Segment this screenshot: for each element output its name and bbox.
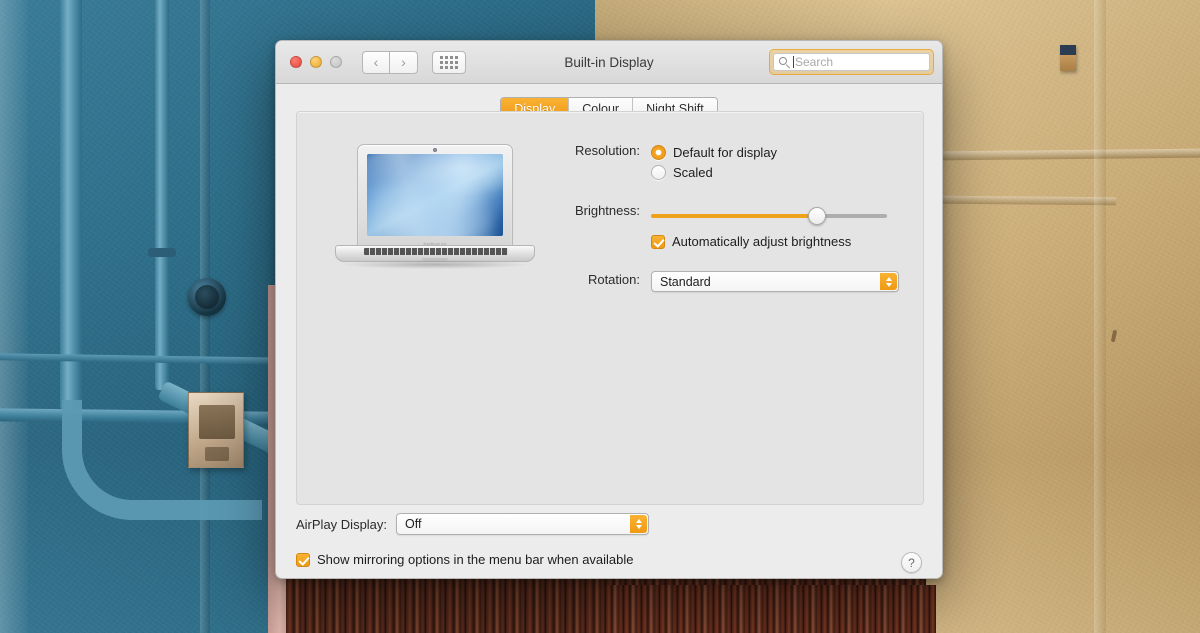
window-titlebar[interactable]: ‹ › Built-in Display Search [276, 41, 942, 84]
airplay-stepper-icon[interactable] [630, 515, 648, 533]
laptop-screen-preview [367, 154, 503, 236]
window-footer: AirPlay Display: Off Show mirroring opti… [276, 513, 942, 573]
rotation-value: Standard [660, 274, 711, 289]
rotation-row: Rotation: Standard [565, 271, 905, 292]
wall-outlet-knob [188, 278, 226, 316]
zoom-button-icon [330, 56, 342, 68]
laptop-shadow [339, 260, 531, 269]
auto-brightness-checkbox[interactable] [651, 234, 665, 249]
traffic-light-group [290, 56, 342, 68]
display-preferences-window[interactable]: ‹ › Built-in Display Search Display Colo… [275, 40, 943, 579]
ochre-wall-seam [1094, 0, 1106, 633]
blue-wall-seam [200, 0, 210, 633]
wooden-shutter-band-inner [606, 585, 936, 633]
laptop-lid: MacBook Air [357, 144, 513, 248]
show-all-button[interactable] [432, 50, 466, 74]
chevron-up-icon [885, 276, 892, 281]
airplay-popup-button[interactable]: Off [396, 513, 650, 535]
desktop-background: ‹ › Built-in Display Search Display Colo… [0, 0, 1200, 633]
grid-icon [440, 55, 458, 69]
close-button-icon[interactable] [290, 56, 302, 68]
display-settings-panel: MacBook Air Resolution: Default for disp… [296, 111, 924, 505]
airplay-row: AirPlay Display: Off [296, 513, 922, 535]
brightness-row: Brightness: Automatically adjust brightn… [565, 202, 905, 249]
auto-brightness-row[interactable]: Automatically adjust brightness [651, 234, 887, 249]
resolution-options: Default for display Scaled [651, 142, 777, 182]
chevron-left-icon: ‹ [373, 54, 379, 70]
resolution-label: Resolution: [574, 143, 640, 158]
resolution-default-label: Default for display [673, 144, 778, 160]
popup-stepper-icon[interactable] [880, 273, 897, 290]
macbook-illustration: MacBook Air [335, 144, 535, 269]
search-placeholder: Search [795, 55, 834, 69]
resolution-scaled-label: Scaled [673, 164, 713, 180]
brightness-label: Brightness: [574, 203, 640, 218]
forward-button[interactable]: › [390, 50, 418, 74]
chevron-down-icon [635, 525, 642, 529]
wall-meter-box [188, 392, 244, 468]
pipe-vertical-thin [155, 0, 169, 390]
airplay-value: Off [405, 517, 422, 531]
resolution-option-scaled[interactable]: Scaled [651, 162, 777, 182]
auto-brightness-label: Automatically adjust brightness [672, 234, 852, 249]
rotation-control: Standard [651, 271, 899, 292]
search-input[interactable]: Search [773, 53, 930, 71]
brightness-slider[interactable] [651, 207, 887, 225]
chevron-down-icon [885, 282, 892, 287]
radio-default-icon[interactable] [651, 144, 666, 160]
resolution-row: Resolution: Default for display Scaled [565, 142, 905, 182]
back-button[interactable]: ‹ [362, 50, 390, 74]
navigation-button-group: ‹ › [362, 50, 418, 74]
mirroring-label: Show mirroring options in the menu bar w… [317, 552, 634, 567]
rotation-label: Rotation: [587, 272, 640, 287]
rotation-popup-button[interactable]: Standard [651, 271, 899, 292]
chevron-up-icon [635, 519, 642, 523]
resolution-option-default[interactable]: Default for display [651, 142, 777, 162]
mirroring-row[interactable]: Show mirroring options in the menu bar w… [296, 552, 922, 567]
search-icon [779, 56, 790, 68]
search-field-focus-ring: Search [770, 50, 933, 74]
ochre-wall-fixture [1060, 45, 1076, 71]
help-button[interactable]: ? [901, 552, 922, 573]
chevron-right-icon: › [401, 54, 406, 70]
blue-wall-left-column [0, 0, 28, 633]
display-controls: Resolution: Default for display Scaled B… [565, 142, 905, 292]
laptop-keyboard [364, 248, 508, 255]
pipe-clamp [148, 248, 176, 257]
slider-track-fill [651, 214, 817, 218]
brightness-controls: Automatically adjust brightness [651, 202, 887, 249]
mirroring-checkbox[interactable] [296, 552, 310, 567]
text-caret [793, 56, 794, 68]
slider-knob[interactable] [807, 207, 826, 225]
radio-scaled-icon[interactable] [651, 164, 666, 180]
airplay-label: AirPlay Display: [296, 516, 388, 532]
facetime-camera-icon [433, 148, 437, 152]
pipe-vertical-left [60, 0, 82, 410]
minimize-button-icon[interactable] [310, 56, 322, 68]
